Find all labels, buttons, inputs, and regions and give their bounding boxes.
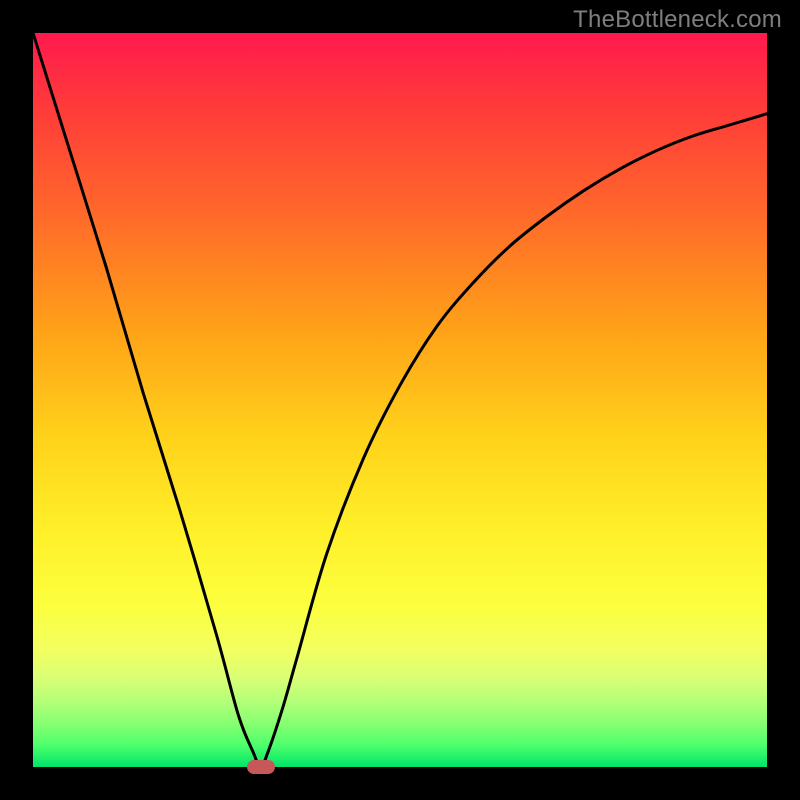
min-marker xyxy=(247,760,275,774)
chart-svg xyxy=(33,33,767,767)
watermark-text: TheBottleneck.com xyxy=(573,6,782,34)
chart-frame: TheBottleneck.com xyxy=(0,0,800,800)
bottleneck-curve xyxy=(33,33,767,767)
chart-plot-area xyxy=(33,33,767,767)
